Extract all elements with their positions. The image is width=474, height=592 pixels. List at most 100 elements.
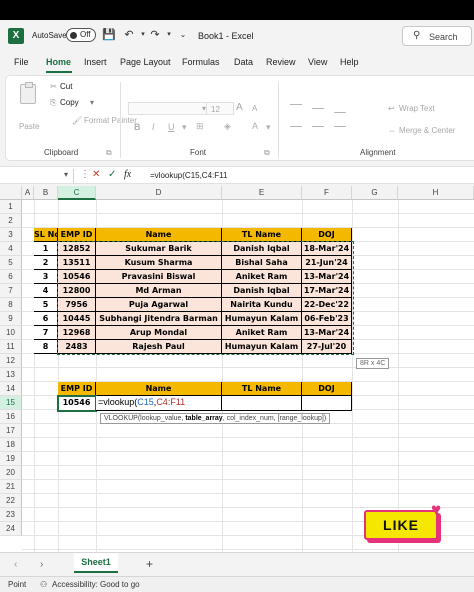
borders-icon[interactable]: ⊞ [196, 121, 204, 132]
column-header-e[interactable]: E [222, 186, 302, 200]
column-header-c[interactable]: C [58, 186, 96, 200]
table-header-name[interactable]: Name [96, 228, 222, 242]
sheet-tab-sheet1[interactable]: Sheet1 [74, 553, 118, 573]
lookup-emp-id-cell[interactable]: 10546 [58, 396, 96, 411]
row-header-7[interactable]: 7 [0, 284, 22, 298]
table-cell-name[interactable]: Puja Agarwal [96, 298, 222, 312]
table-cell-doj[interactable]: 18-Mar'24 [302, 242, 352, 256]
formula-edit-cell[interactable]: =vlookup(C15,C4:F11 [96, 396, 222, 411]
select-all-corner[interactable] [0, 186, 22, 200]
table-cell-sl-no[interactable]: 3 [34, 270, 58, 284]
table-cell-sl-no[interactable]: 8 [34, 340, 58, 354]
align-right-icon[interactable] [334, 126, 346, 127]
table-cell-name[interactable]: Sukumar Barik [96, 242, 222, 256]
font-name-box[interactable] [128, 102, 212, 115]
row-header-17[interactable]: 17 [0, 424, 22, 438]
merge-center-label[interactable]: Merge & Center [399, 126, 455, 135]
table-cell-emp-id[interactable]: 12968 [58, 326, 96, 340]
prev-sheet-icon[interactable]: ‹ [14, 559, 17, 570]
table-cell-name[interactable]: Subhangi Jitendra Barman [96, 312, 222, 326]
table-cell-name[interactable]: Rajesh Paul [96, 340, 222, 354]
align-top-icon[interactable] [290, 104, 302, 105]
table-cell-sl-no[interactable]: 2 [34, 256, 58, 270]
row-header-18[interactable]: 18 [0, 438, 22, 452]
table-cell-doj[interactable]: 06-Feb'23 [302, 312, 352, 326]
row-header-12[interactable]: 12 [0, 354, 22, 368]
table-cell-tl-name[interactable]: Danish Iqbal [222, 284, 302, 298]
table-cell-doj[interactable]: 13-Mar'24 [302, 270, 352, 284]
row-header-10[interactable]: 10 [0, 326, 22, 340]
row-header-1[interactable]: 1 [0, 200, 22, 214]
customize-toolbar-icon[interactable]: ⌄ [176, 28, 190, 42]
paste-icon[interactable] [20, 82, 36, 104]
table-cell-sl-no[interactable]: 5 [34, 298, 58, 312]
row-header-22[interactable]: 22 [0, 494, 22, 508]
tab-file[interactable]: File [14, 57, 29, 67]
row-header-24[interactable]: 24 [0, 522, 22, 536]
row-header-2[interactable]: 2 [0, 214, 22, 228]
column-header-b[interactable]: B [34, 186, 58, 200]
tab-view[interactable]: View [308, 57, 327, 67]
row-header-14[interactable]: 14 [0, 382, 22, 396]
worksheet-grid[interactable]: A B C D E F G H 1 2 3 4 5 6 7 8 9 10 11 12 13 14 15 16 1… [0, 186, 474, 552]
tab-page-layout[interactable]: Page Layout [120, 57, 171, 67]
column-header-f[interactable]: F [302, 186, 352, 200]
table-cell-emp-id[interactable]: 13511 [58, 256, 96, 270]
lookup-header-emp-id[interactable]: EMP ID [58, 382, 96, 396]
wrap-text-label[interactable]: Wrap Text [399, 104, 435, 113]
align-middle-icon[interactable] [312, 108, 324, 109]
lookup-header-tl-name[interactable]: TL Name [222, 382, 302, 396]
row-header-23[interactable]: 23 [0, 508, 22, 522]
table-cell-name[interactable]: Md Arman [96, 284, 222, 298]
table-header-tl-name[interactable]: TL Name [222, 228, 302, 242]
table-cell-emp-id[interactable]: 10546 [58, 270, 96, 284]
search-box[interactable]: ⚲ Search [402, 26, 472, 46]
row-header-21[interactable]: 21 [0, 480, 22, 494]
save-icon[interactable]: 💾 [102, 28, 116, 42]
align-bottom-icon[interactable] [334, 112, 346, 113]
formula-input[interactable]: =vlookup(C15,C4:F11 [150, 171, 227, 180]
table-cell-name[interactable]: Kusum Sharma [96, 256, 222, 270]
row-header-6[interactable]: 6 [0, 270, 22, 284]
table-header-emp-id[interactable]: EMP ID [58, 228, 96, 242]
paste-label[interactable]: Paste [19, 122, 39, 131]
font-size-box[interactable]: 12 [206, 102, 234, 115]
add-sheet-icon[interactable]: + [146, 557, 153, 571]
tab-formulas[interactable]: Formulas [182, 57, 220, 67]
next-sheet-icon[interactable]: › [40, 559, 43, 570]
cut-label[interactable]: Cut [60, 82, 72, 91]
table-cell-emp-id[interactable]: 12800 [58, 284, 96, 298]
table-cell-doj[interactable]: 22-Dec'22 [302, 298, 352, 312]
table-cell-name[interactable]: Pravasini Biswal [96, 270, 222, 284]
table-cell-doj[interactable]: 17-Mar'24 [302, 284, 352, 298]
more-options-icon[interactable]: ⋮ [80, 169, 90, 180]
row-header-8[interactable]: 8 [0, 298, 22, 312]
row-header-20[interactable]: 20 [0, 466, 22, 480]
copy-label[interactable]: Copy [60, 98, 79, 107]
align-center-icon[interactable] [312, 126, 324, 127]
table-cell-sl-no[interactable]: 4 [34, 284, 58, 298]
tab-data[interactable]: Data [234, 57, 253, 67]
tab-insert[interactable]: Insert [84, 57, 107, 67]
row-header-5[interactable]: 5 [0, 256, 22, 270]
grow-font-icon[interactable]: A [236, 102, 243, 113]
row-header-4[interactable]: 4 [0, 242, 22, 256]
table-cell-tl-name[interactable]: Nairita Kundu [222, 298, 302, 312]
fill-color-icon[interactable]: ◈ [224, 121, 231, 132]
insert-function-icon[interactable]: fx [124, 169, 131, 180]
redo-dropdown-icon[interactable]: ▾ [162, 28, 176, 42]
row-header-3[interactable]: 3 [0, 228, 22, 242]
table-cell-doj[interactable]: 27-Jul'20 [302, 340, 352, 354]
autosave-toggle[interactable]: Off [66, 28, 96, 42]
table-cell-tl-name[interactable]: Humayun Kalam [222, 312, 302, 326]
name-box-dropdown-icon[interactable]: ▾ [64, 170, 68, 179]
tab-help[interactable]: Help [340, 57, 359, 67]
table-cell-doj[interactable]: 21-Jun'24 [302, 256, 352, 270]
table-cell-tl-name[interactable]: Aniket Ram [222, 326, 302, 340]
table-cell-emp-id[interactable]: 12852 [58, 242, 96, 256]
table-cell-tl-name[interactable]: Aniket Ram [222, 270, 302, 284]
table-cell-emp-id[interactable]: 7956 [58, 298, 96, 312]
underline-dropdown-icon[interactable]: ▾ [182, 122, 187, 133]
italic-button[interactable]: I [152, 122, 155, 132]
table-header-sl-no[interactable]: SL No [34, 228, 58, 242]
